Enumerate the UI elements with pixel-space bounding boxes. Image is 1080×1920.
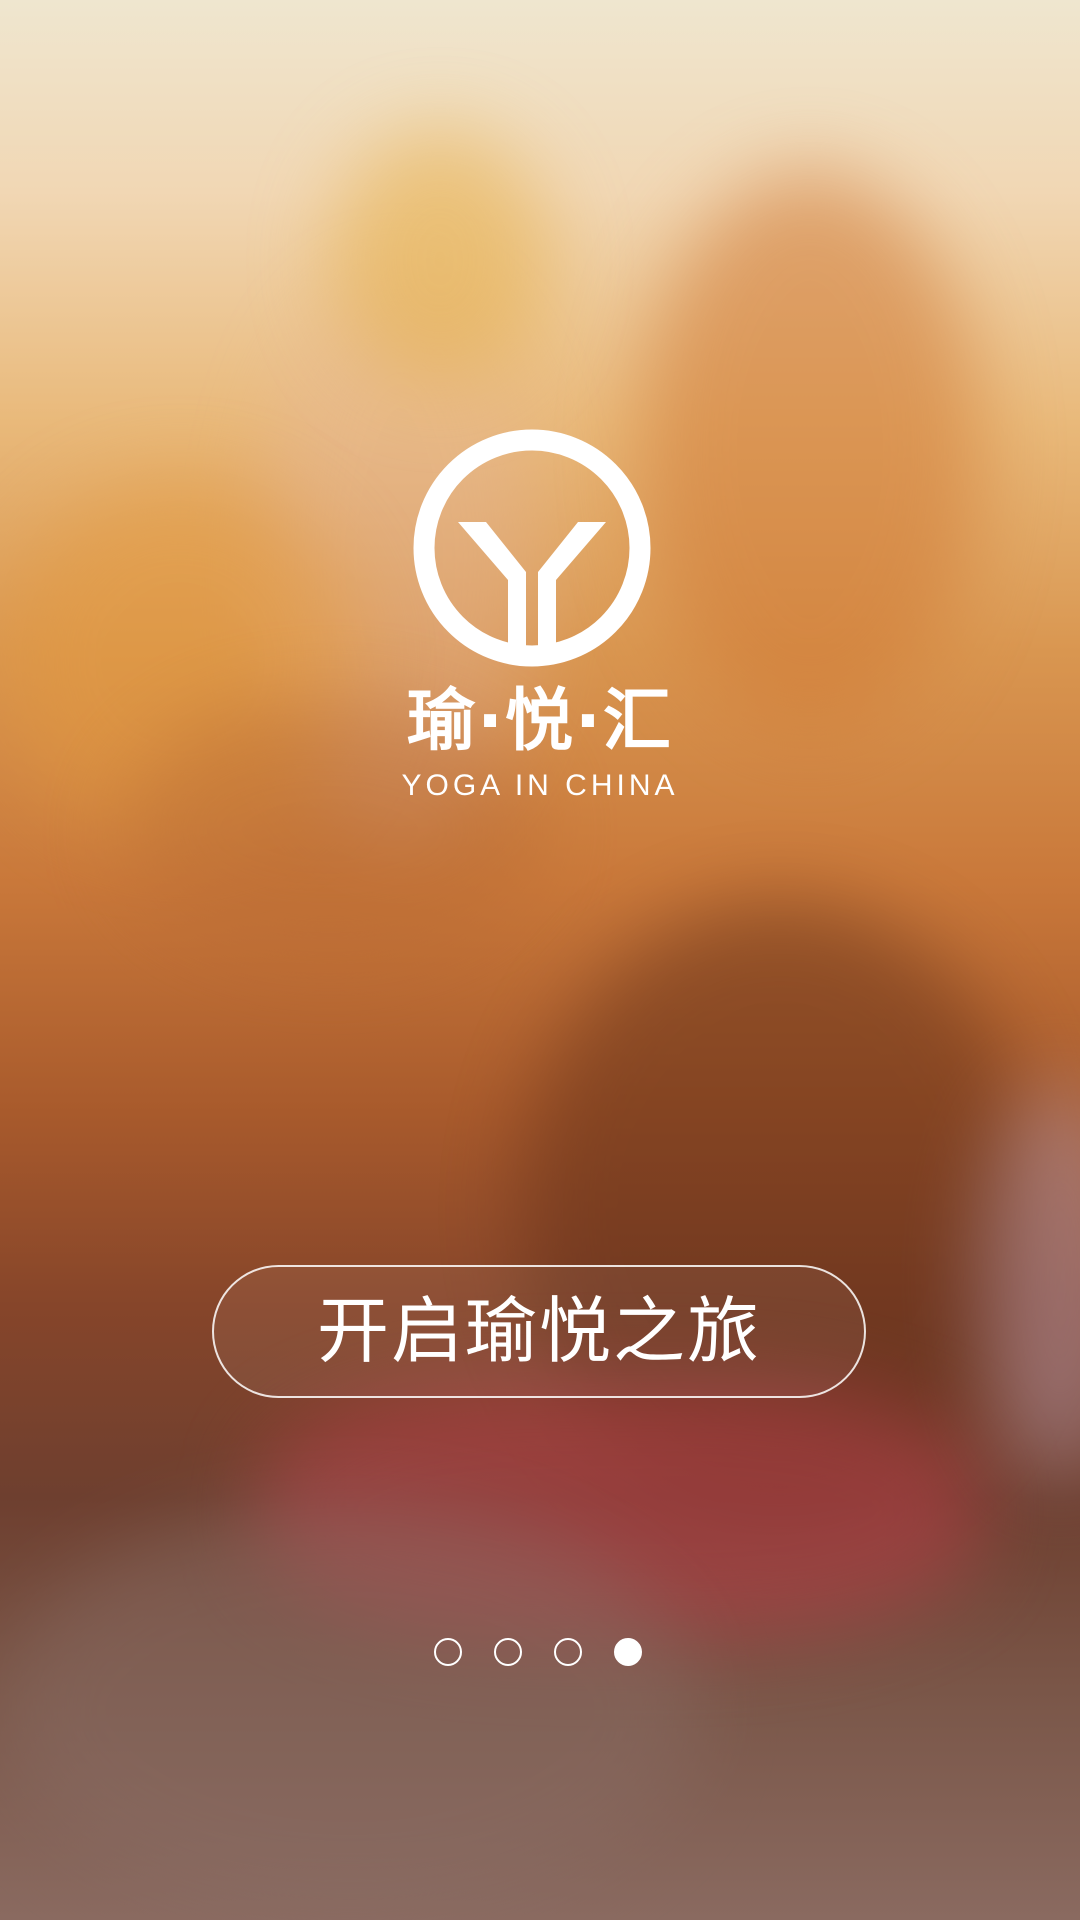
background-blur bbox=[0, 1500, 700, 1920]
page-indicator bbox=[434, 1638, 642, 1668]
brand-logo-icon bbox=[408, 424, 656, 672]
page-dot[interactable] bbox=[434, 1638, 462, 1666]
background-blur bbox=[640, 170, 980, 730]
page-dot[interactable] bbox=[554, 1638, 582, 1666]
background-blur bbox=[330, 130, 550, 390]
splash-screen: 瑜·悦·汇 YOGA IN CHINA 开启瑜悦之旅 bbox=[0, 0, 1080, 1920]
page-dot[interactable] bbox=[494, 1638, 522, 1666]
brand-name-en: YOGA IN CHINA bbox=[401, 769, 679, 802]
start-journey-button[interactable]: 开启瑜悦之旅 bbox=[212, 1265, 866, 1398]
page-dot[interactable] bbox=[614, 1638, 642, 1666]
brand-name-cn: 瑜·悦·汇 bbox=[407, 682, 673, 761]
